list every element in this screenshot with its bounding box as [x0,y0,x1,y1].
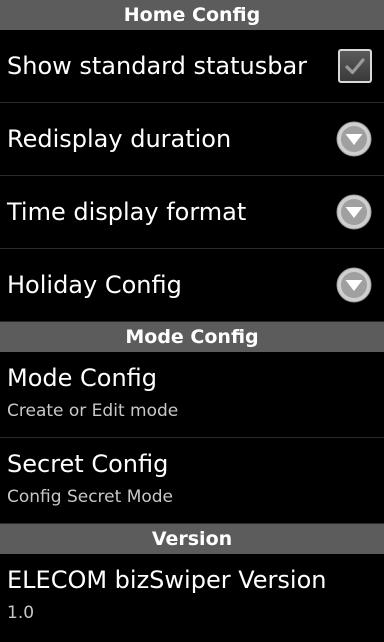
check-icon [345,58,365,75]
chevron-down-icon[interactable] [336,267,372,303]
pref-summary: 1.0 [7,603,35,623]
pref-title: ELECOM bizSwiper Version [7,566,327,594]
pref-title: Holiday Config [7,271,182,299]
pref-summary: Config Secret Mode [7,487,174,507]
section-header-mode-config: Mode Config [0,322,384,352]
pref-redisplay-duration[interactable]: Redisplay duration [0,103,384,176]
chevron-down-icon[interactable] [336,121,372,157]
pref-app-version[interactable]: ELECOM bizSwiper Version 1.0 [0,554,384,642]
pref-title: Secret Config [7,450,169,478]
section-header-home-config: Home Config [0,0,384,30]
pref-summary: Create or Edit mode [7,401,179,421]
pref-time-display-format[interactable]: Time display format [0,176,384,249]
chevron-down-icon[interactable] [336,194,372,230]
pref-show-standard-statusbar[interactable]: Show standard statusbar [0,30,384,103]
pref-title: Mode Config [7,364,158,392]
pref-title: Time display format [7,198,247,226]
pref-holiday-config[interactable]: Holiday Config [0,249,384,322]
pref-mode-config[interactable]: Mode Config Create or Edit mode [0,352,384,438]
statusbar-checkbox[interactable] [338,49,372,83]
preferences-screen: Home Config Show standard statusbar Redi… [0,0,384,640]
pref-title: Show standard statusbar [7,52,308,80]
pref-title: Redisplay duration [7,125,232,153]
section-header-version: Version [0,524,384,554]
pref-secret-config[interactable]: Secret Config Config Secret Mode [0,438,384,524]
